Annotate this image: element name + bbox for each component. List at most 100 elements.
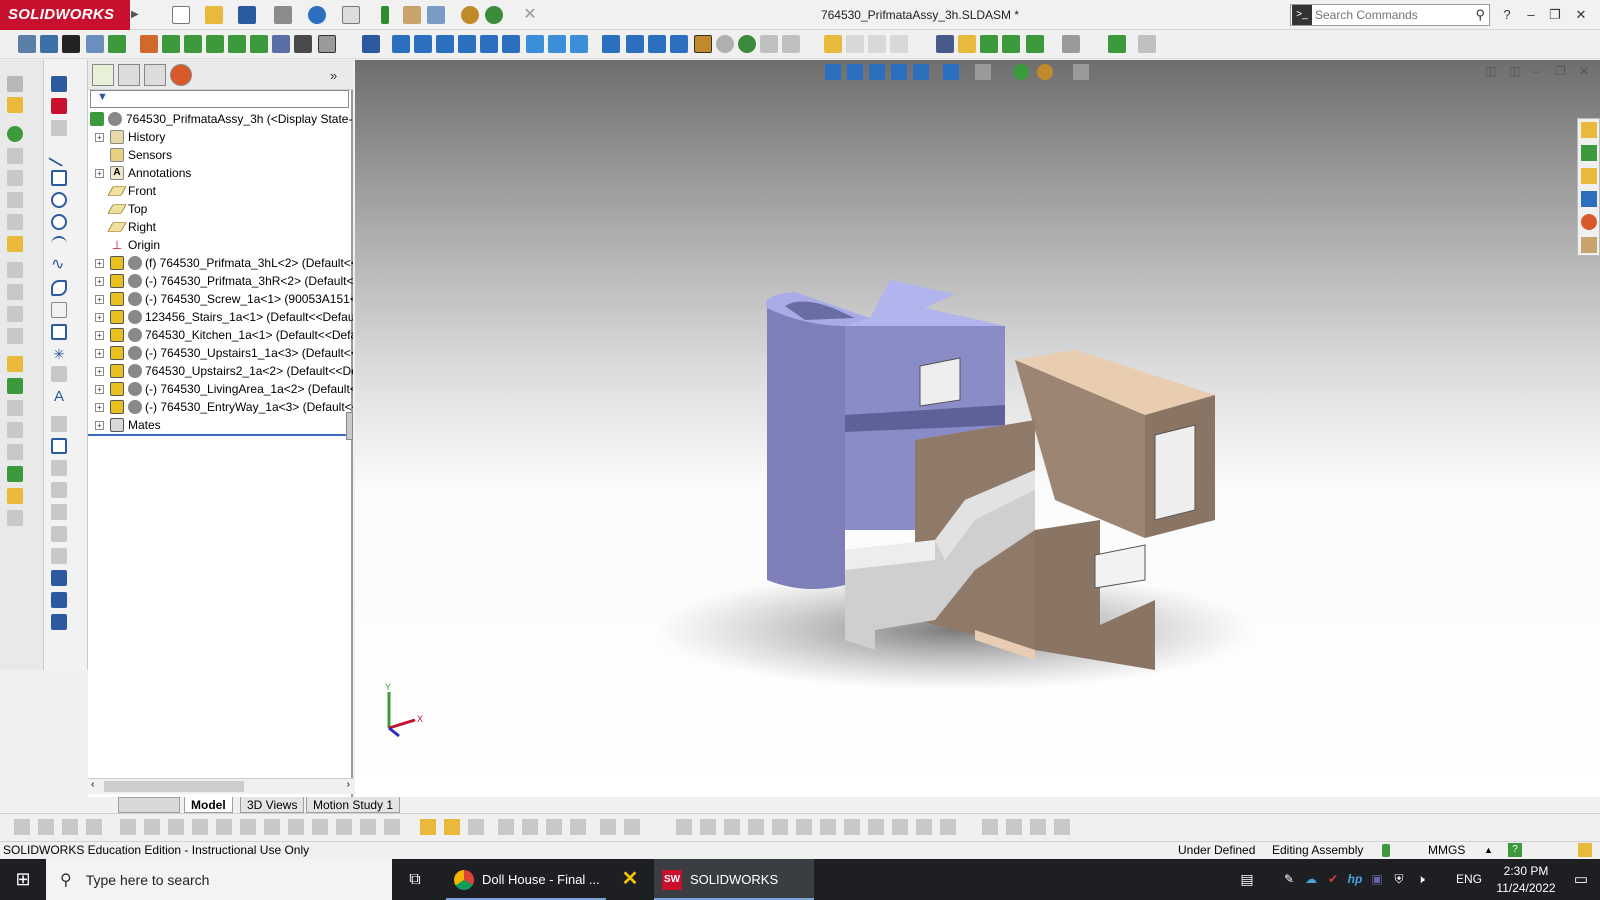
new-motion-study-icon[interactable] xyxy=(294,35,312,53)
trimetric-view-icon[interactable] xyxy=(548,35,566,53)
spline-icon[interactable]: ∿ xyxy=(51,257,67,274)
quick-snaps-icon[interactable] xyxy=(51,614,67,630)
interference-icon[interactable] xyxy=(958,35,976,53)
pen-icon[interactable]: ✎ xyxy=(1280,859,1298,900)
help-icon[interactable]: ? xyxy=(1496,4,1518,26)
taskbar-search-box[interactable]: ⚲ Type here to search xyxy=(46,859,392,900)
hole-alignment-icon[interactable] xyxy=(1002,35,1020,53)
tree-root-assembly[interactable]: 764530_PrifmataAssy_3h (<Display State-5 xyxy=(88,110,353,128)
scroll-left-icon[interactable]: ‹ xyxy=(91,779,94,790)
circle-icon[interactable] xyxy=(51,214,67,230)
display-relations-icon[interactable] xyxy=(51,570,67,586)
linear-component-pattern-icon[interactable] xyxy=(7,170,23,186)
back-view-icon[interactable] xyxy=(414,35,432,53)
assembly-features-icon[interactable] xyxy=(250,35,268,53)
minimize-button[interactable]: – xyxy=(1520,4,1542,26)
expand-toggle[interactable]: + xyxy=(95,259,104,268)
smart-dimension-icon[interactable] xyxy=(40,35,58,53)
action-center-icon[interactable]: ▭ xyxy=(1568,859,1594,900)
point-icon[interactable]: ✳ xyxy=(51,346,67,362)
solidworks-logo[interactable]: SOLIDWORKS xyxy=(0,0,130,30)
magnetic-mate-icon[interactable] xyxy=(7,488,23,504)
clearance-verification-icon[interactable] xyxy=(7,422,23,438)
check-icon[interactable] xyxy=(1062,35,1080,53)
mass-properties-icon[interactable] xyxy=(936,35,954,53)
tree-item-component[interactable]: + (-) 764530_LivingArea_1a<2> (Default< xyxy=(88,380,353,398)
physical-simulation-icon[interactable] xyxy=(1030,819,1046,835)
linear-pattern-tool-icon[interactable] xyxy=(288,819,304,835)
sketch-tool-icon[interactable] xyxy=(18,35,36,53)
smart-fasteners-icon[interactable] xyxy=(184,35,202,53)
unit-system[interactable]: MMGS xyxy=(1428,842,1465,859)
tree-item-component[interactable]: + 764530_Upstairs2_1a<2> (Default<<De xyxy=(88,362,353,380)
large-design-review-icon[interactable] xyxy=(940,819,956,835)
tree-item-component[interactable]: + (-) 764530_Screw_1a<1> (90053A151<< xyxy=(88,290,353,308)
convert-entities-icon[interactable] xyxy=(51,460,67,476)
shadows-icon[interactable] xyxy=(716,35,734,53)
note-icon[interactable] xyxy=(108,35,126,53)
component-preview-icon[interactable] xyxy=(7,148,23,164)
language-indicator[interactable]: ENG xyxy=(1454,859,1484,900)
move-component-tool-icon[interactable] xyxy=(7,214,23,230)
expand-toggle[interactable]: + xyxy=(95,421,104,430)
move-entity-icon[interactable] xyxy=(62,35,80,53)
chain-pattern-icon[interactable] xyxy=(144,819,160,835)
feature-tree-tab-icon[interactable] xyxy=(92,64,114,86)
scrollbar-thumb[interactable] xyxy=(104,781,244,792)
animation-icon[interactable] xyxy=(1006,819,1022,835)
exploded-view-icon[interactable] xyxy=(7,356,23,372)
mate-tool-icon[interactable] xyxy=(7,126,23,142)
belt-chain-icon[interactable] xyxy=(772,819,788,835)
tree-item-front-plane[interactable]: Front xyxy=(88,182,353,200)
mirror-entities-icon[interactable] xyxy=(51,504,67,520)
search-commands-box[interactable]: >_ ⚲ xyxy=(1290,4,1490,26)
tree-item-component[interactable]: + 123456_Stairs_1a<1> (Default<<Defaul xyxy=(88,308,353,326)
centerline-icon[interactable] xyxy=(51,366,67,382)
tree-item-component[interactable]: + (f) 764530_Prifmata_3hL<2> (Default<< xyxy=(88,254,353,272)
offset-entities-icon[interactable] xyxy=(51,438,67,454)
new-motion-tool-icon[interactable] xyxy=(7,306,23,322)
view-orientation-icon[interactable] xyxy=(602,35,620,53)
close-button[interactable]: ✕ xyxy=(1570,4,1592,26)
open-folder-icon[interactable] xyxy=(205,6,223,24)
new-drawing-icon[interactable] xyxy=(824,35,842,53)
make-assembly-icon[interactable] xyxy=(868,35,886,53)
configuration-manager-tab-icon[interactable] xyxy=(144,64,166,86)
pattern-driven-pattern-icon[interactable] xyxy=(240,819,256,835)
taskbar-solidworks-app[interactable]: SW SOLIDWORKS Educ... xyxy=(654,859,814,900)
search-input[interactable] xyxy=(1315,8,1465,22)
weld-bead-icon[interactable] xyxy=(748,819,764,835)
lightweight-icon[interactable] xyxy=(600,819,616,835)
sheet-metal-icon[interactable] xyxy=(1138,35,1156,53)
right-view-icon[interactable] xyxy=(458,35,476,53)
speedpak-tool-icon[interactable] xyxy=(916,819,932,835)
expand-toggle[interactable]: + xyxy=(95,295,104,304)
xampp-icon[interactable]: ✕ xyxy=(612,859,648,900)
text-icon[interactable]: A xyxy=(51,388,67,405)
save-icon[interactable] xyxy=(238,6,256,24)
arc-icon[interactable] xyxy=(51,236,67,252)
display-manager-tab-icon[interactable] xyxy=(170,64,192,86)
mirror-component-icon[interactable] xyxy=(120,819,136,835)
help-status-icon[interactable]: ? xyxy=(1508,843,1522,857)
smart-explode-icon[interactable] xyxy=(384,819,400,835)
shaded-icon[interactable] xyxy=(694,35,712,53)
expand-toggle[interactable]: + xyxy=(95,385,104,394)
flexible-component-icon[interactable] xyxy=(820,819,836,835)
curve-driven-pattern-icon[interactable] xyxy=(192,819,208,835)
table-driven-pattern-icon[interactable] xyxy=(216,819,232,835)
hole-alignment-tool-icon[interactable] xyxy=(7,444,23,460)
select-arrow-icon[interactable] xyxy=(342,6,360,24)
notification-icon[interactable] xyxy=(1578,843,1592,857)
graphics-viewport[interactable]: ◫ ◫ – ❐ ✕ Y X xyxy=(355,60,1600,797)
expand-toggle[interactable]: + xyxy=(95,169,104,178)
assembly-tool-icon[interactable] xyxy=(14,819,30,835)
show-hidden-icon[interactable] xyxy=(228,35,246,53)
normal-to-icon[interactable] xyxy=(362,35,380,53)
scroll-right-icon[interactable]: › xyxy=(347,779,350,790)
menu-flyout-icon[interactable]: ▶ xyxy=(131,4,141,26)
undo-icon[interactable] xyxy=(308,6,326,24)
defeature-icon[interactable] xyxy=(892,819,908,835)
tree-item-history[interactable]: + History xyxy=(88,128,353,146)
polygon-icon[interactable] xyxy=(51,324,67,340)
